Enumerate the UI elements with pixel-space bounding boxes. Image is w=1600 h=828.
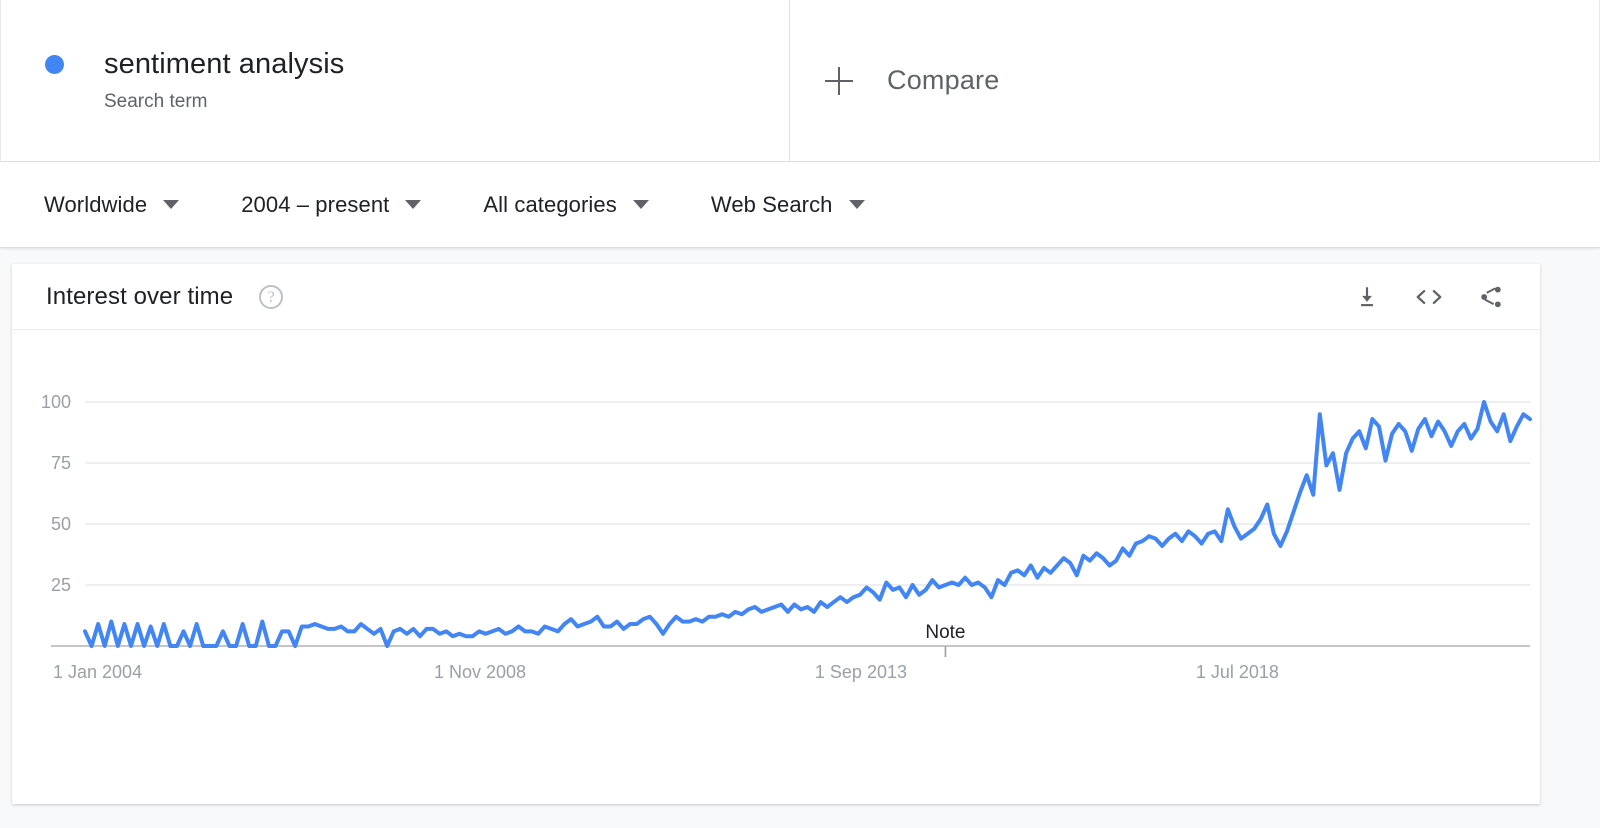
filter-search-type-label: Web Search [710, 191, 833, 217]
x-axis-tick-label: 1 Jul 2018 [1196, 662, 1279, 682]
chart-note-annotation[interactable]: Note [925, 622, 965, 643]
page-title: Interest over time [46, 282, 234, 310]
search-term-card[interactable]: sentiment analysis Search term [0, 0, 790, 161]
search-term-type: Search term [104, 91, 208, 112]
filter-bar: Worldwide 2004 – present All categories … [0, 162, 1600, 248]
x-axis-tick-label: 1 Nov 2008 [434, 662, 526, 682]
compare-label: Compare [887, 65, 1000, 95]
filter-location[interactable]: Worldwide [44, 191, 180, 218]
embed-code-icon[interactable] [1414, 284, 1444, 310]
filter-category[interactable]: All categories [483, 191, 649, 218]
add-compare-button[interactable]: Compare [825, 65, 999, 96]
chart-card-wrapper: Interest over time ? 25 50 75 100 Note 1… [0, 248, 1600, 804]
trends-line-chart: 25 50 75 100 Note 1 Jan 2004 1 Nov 2008 1 Sep 2… [41, 392, 1532, 682]
legend-dot-icon [45, 55, 64, 74]
y-axis-tick-label: 25 [51, 575, 71, 595]
filter-location-label: Worldwide [44, 191, 148, 217]
y-axis-tick-label: 50 [51, 514, 71, 534]
filter-search-type[interactable]: Web Search [711, 192, 865, 218]
chevron-down-icon [163, 200, 180, 209]
filter-time-range-label: 2004 – present [241, 191, 390, 217]
help-circle-icon[interactable]: ? [259, 284, 284, 309]
share-icon[interactable] [1478, 284, 1504, 310]
plus-icon [825, 66, 853, 95]
download-icon[interactable] [1354, 284, 1380, 310]
y-axis-tick-label: 75 [51, 453, 71, 473]
chevron-down-icon [848, 200, 865, 209]
search-terms-row: sentiment analysis Search term Compare [0, 0, 1600, 162]
interest-over-time-card: Interest over time ? 25 50 75 100 Note 1… [12, 264, 1540, 804]
interest-over-time-plot[interactable]: 25 50 75 100 Note 1 Jan 2004 1 Nov 2008 1 Sep 2… [12, 330, 1540, 800]
filter-category-label: All categories [483, 191, 617, 217]
search-term-title: sentiment analysis [104, 48, 345, 80]
chevron-down-icon [632, 200, 649, 209]
x-axis-tick-label: 1 Sep 2013 [815, 662, 907, 682]
chevron-down-icon [405, 200, 422, 209]
card-actions [1320, 284, 1504, 310]
card-header: Interest over time ? [12, 264, 1540, 330]
filter-time-range[interactable]: 2004 – present [241, 191, 422, 218]
y-axis-tick-label: 100 [41, 392, 71, 412]
x-axis-tick-label: 1 Jan 2004 [53, 662, 142, 682]
compare-card[interactable]: Compare [790, 0, 1600, 161]
